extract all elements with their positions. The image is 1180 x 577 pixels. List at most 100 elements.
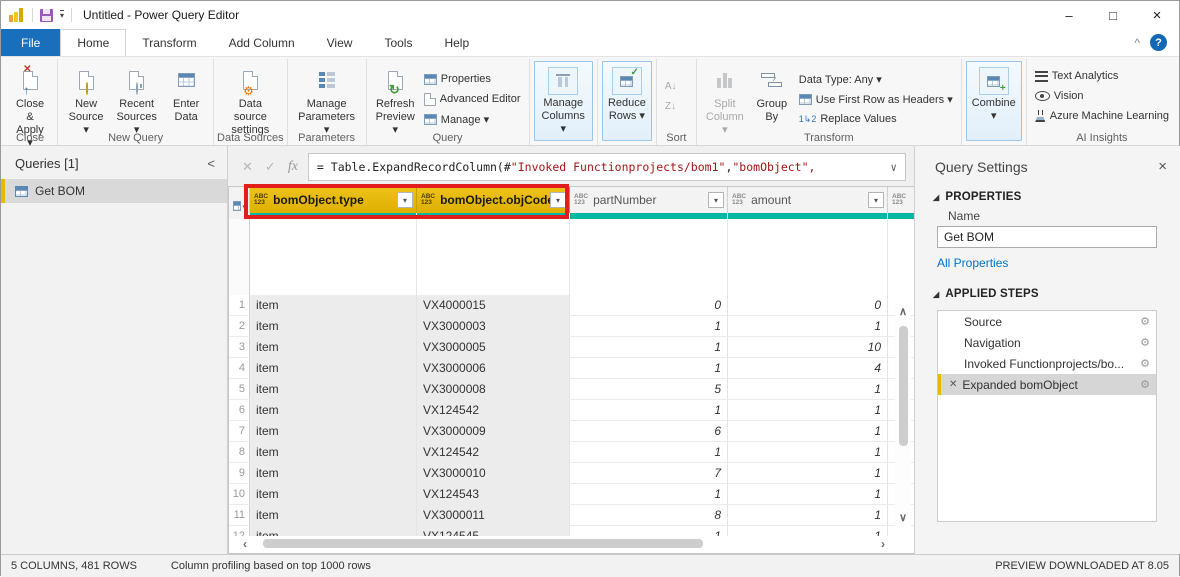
applied-steps-list: Source ⚙ Navigation ⚙ Invoked Functionpr… <box>937 310 1157 522</box>
ribbon-group-data-sources: ⚙ Data source settings Data Sources <box>214 59 287 145</box>
step-settings-gear-icon[interactable]: ⚙ <box>1140 315 1150 328</box>
advanced-editor-button[interactable]: Advanced Editor <box>424 90 521 108</box>
split-column-button[interactable]: Split Column ▾ <box>701 61 749 137</box>
table-row[interactable]: 8itemVX12454211 <box>229 442 914 463</box>
delete-step-icon[interactable]: ✕ <box>949 379 957 390</box>
column-header-amount[interactable]: ABC 123 amount ▾ <box>728 187 888 213</box>
column-header-partnumber[interactable]: ABC 123 partNumber ▾ <box>570 187 728 213</box>
query-list-item-get-bom[interactable]: Get BOM <box>1 179 227 203</box>
data-type-button[interactable]: Data Type: Any ▾ <box>799 70 953 88</box>
table-row[interactable]: 1itemVX400001500 <box>229 295 914 316</box>
horizontal-scrollbar[interactable]: ‹ › <box>229 536 899 551</box>
grid-rows: 1itemVX400001500 2itemVX300000311 3itemV… <box>229 295 914 537</box>
properties-icon <box>424 74 437 85</box>
profiling-status[interactable]: Column profiling based on top 1000 rows <box>171 560 371 572</box>
horizontal-scroll-thumb[interactable] <box>263 539 703 548</box>
vision-button[interactable]: Vision <box>1035 87 1169 105</box>
azure-ml-button[interactable]: Azure Machine Learning <box>1035 107 1169 125</box>
table-row[interactable]: 11itemVX300001181 <box>229 505 914 526</box>
scroll-right-icon[interactable]: › <box>873 537 893 551</box>
close-x-icon: ✕ <box>23 65 31 75</box>
new-source-button[interactable]: New Source ▾ <box>62 61 110 137</box>
applied-step-expanded-bomobject[interactable]: ✕ Expanded bomObject ⚙ <box>938 374 1156 395</box>
divider <box>71 8 72 22</box>
corner-dropdown-icon[interactable]: ▾ <box>242 203 246 211</box>
collapse-ribbon-icon[interactable]: ^ <box>1134 36 1140 50</box>
combine-button[interactable]: + Combine ▾ <box>966 61 1022 141</box>
text-analytics-button[interactable]: Text Analytics <box>1035 67 1169 85</box>
table-row[interactable]: 9itemVX300001071 <box>229 463 914 484</box>
manage-columns-button[interactable]: Manage Columns ▾ <box>534 61 593 141</box>
column-filter-dropdown[interactable]: ▾ <box>868 192 884 208</box>
properties-section-header[interactable]: ◢ PROPERTIES <box>915 179 1180 207</box>
maximize-button[interactable]: □ <box>1091 1 1135 29</box>
section-expander-icon[interactable]: ◢ <box>933 193 939 202</box>
any-type-icon: ABC 123 <box>421 194 435 207</box>
tab-help[interactable]: Help <box>428 29 485 56</box>
applied-step-navigation[interactable]: Navigation ⚙ <box>938 332 1156 353</box>
applied-step-invoked-function[interactable]: Invoked Functionprojects/bo... ⚙ <box>938 353 1156 374</box>
table-row[interactable]: 7itemVX300000961 <box>229 421 914 442</box>
collapse-queries-icon[interactable]: < <box>207 156 215 171</box>
section-expander-icon[interactable]: ◢ <box>933 290 939 299</box>
column-filter-dropdown[interactable]: ▾ <box>708 192 724 208</box>
group-label-ai-insights: AI Insights <box>1027 132 1177 144</box>
applied-steps-section-header[interactable]: ◢ APPLIED STEPS <box>915 272 1180 304</box>
quick-access-dropdown-icon[interactable]: ▾ <box>60 10 64 20</box>
formula-check-icon[interactable]: ✓ <box>265 159 276 175</box>
scroll-left-icon[interactable]: ‹ <box>235 537 255 551</box>
step-settings-gear-icon[interactable]: ⚙ <box>1140 357 1150 370</box>
sort-descending-button[interactable]: Z↓ <box>665 97 677 115</box>
window-title: Untitled - Power Query Editor <box>83 8 239 22</box>
enter-data-button[interactable]: Enter Data <box>163 61 209 137</box>
applied-step-source[interactable]: Source ⚙ <box>938 311 1156 332</box>
scroll-up-icon[interactable]: ∧ <box>899 304 907 320</box>
vertical-scroll-thumb[interactable] <box>899 326 908 446</box>
query-name-input[interactable] <box>937 226 1157 248</box>
table-row[interactable]: 2itemVX300000311 <box>229 316 914 337</box>
step-settings-gear-icon[interactable]: ⚙ <box>1140 336 1150 349</box>
data-source-settings-button[interactable]: ⚙ Data source settings <box>218 61 282 137</box>
table-row[interactable]: 4itemVX300000614 <box>229 358 914 379</box>
manage-parameters-button[interactable]: Manage Parameters ▾ <box>292 61 362 137</box>
column-filter-dropdown[interactable]: ▾ <box>397 192 413 208</box>
group-by-button[interactable]: Group By <box>749 61 795 137</box>
formula-input[interactable]: = Table.ExpandRecordColumn(#"Invoked Fun… <box>308 153 906 181</box>
tab-home[interactable]: Home <box>60 29 126 56</box>
refresh-preview-button[interactable]: ↻ Refresh Preview ▾ <box>371 61 420 137</box>
tab-file[interactable]: File <box>1 29 60 56</box>
column-header-partial[interactable]: ABC 123 <box>888 187 914 213</box>
table-row[interactable]: 6itemVX12454211 <box>229 400 914 421</box>
formula-code: = Table.ExpandRecordColumn(# <box>317 160 511 174</box>
close-button[interactable]: × <box>1135 1 1179 29</box>
help-button[interactable]: ? <box>1150 34 1167 51</box>
recent-sources-button[interactable]: Recent Sources ▾ <box>110 61 163 137</box>
manage-button[interactable]: Manage ▾ <box>424 110 521 128</box>
formula-cancel-icon[interactable]: ✕ <box>242 159 253 175</box>
select-all-corner[interactable]: ▾ <box>229 187 250 213</box>
save-icon[interactable] <box>40 9 53 22</box>
tab-transform[interactable]: Transform <box>126 29 212 56</box>
vertical-scrollbar[interactable]: ∧ ∨ <box>895 304 911 526</box>
table-row[interactable]: 5itemVX300000851 <box>229 379 914 400</box>
scroll-down-icon[interactable]: ∨ <box>899 510 907 526</box>
close-panel-icon[interactable]: × <box>1158 158 1167 175</box>
minimize-button[interactable]: – <box>1047 1 1091 29</box>
sort-ascending-button[interactable]: A↓ <box>665 77 677 95</box>
reduce-rows-button[interactable]: ✓ Reduce Rows ▾ <box>602 61 652 141</box>
use-first-row-as-headers-button[interactable]: Use First Row as Headers ▾ <box>799 90 953 108</box>
table-row[interactable]: 3itemVX3000005110 <box>229 337 914 358</box>
step-settings-gear-icon[interactable]: ⚙ <box>1140 378 1150 391</box>
column-filter-dropdown[interactable]: ▾ <box>550 192 566 208</box>
tab-view[interactable]: View <box>311 29 369 56</box>
replace-values-button[interactable]: 1↳2 Replace Values <box>799 110 953 128</box>
table-row[interactable]: 10itemVX12454311 <box>229 484 914 505</box>
column-header-bomobject-type[interactable]: ABC 123 bomObject.type ▾ <box>250 187 417 213</box>
all-properties-link[interactable]: All Properties <box>915 248 1180 272</box>
tab-tools[interactable]: Tools <box>368 29 428 56</box>
formula-bar: ✕ ✓ fx = Table.ExpandRecordColumn(#"Invo… <box>228 153 914 181</box>
column-header-bomobject-objcode[interactable]: ABC 123 bomObject.objCode ▾ <box>417 187 570 213</box>
tab-add-column[interactable]: Add Column <box>213 29 311 56</box>
formula-expand-icon[interactable]: ∨ <box>884 161 897 174</box>
properties-button[interactable]: Properties <box>424 70 521 88</box>
